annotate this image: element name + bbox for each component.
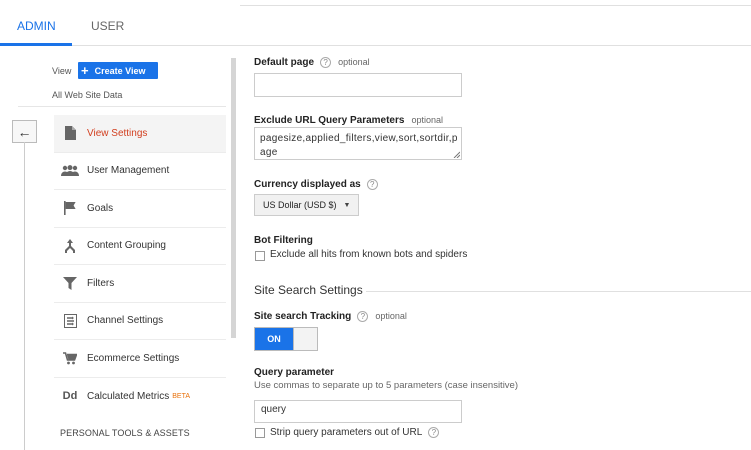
calculated-metrics-icon: Dd	[62, 390, 78, 403]
cart-icon	[60, 351, 80, 365]
flag-icon	[60, 201, 80, 216]
optional-label: optional	[375, 311, 407, 321]
nav-item-calculated-metrics[interactable]: Dd Calculated Metrics BETA	[54, 378, 226, 416]
nav-item-label: User Management	[87, 165, 170, 177]
section-divider	[366, 291, 751, 292]
toggle-knob	[293, 328, 317, 350]
people-icon	[60, 164, 80, 177]
top-divider	[240, 5, 751, 6]
currency-dropdown[interactable]: US Dollar (USD $) ▼	[254, 194, 360, 216]
exclude-params-label: Exclude URL Query Parameters	[254, 115, 405, 126]
bot-filtering-checkbox-label: Exclude all hits from known bots and spi…	[270, 249, 468, 260]
nav-item-label: Filters	[87, 277, 115, 289]
nav-item-label: Content Grouping	[87, 240, 166, 252]
back-button[interactable]: ←	[12, 120, 37, 143]
strip-query-checkbox-label: Strip query parameters out of URL	[270, 427, 423, 438]
exclude-params-label-row: Exclude URL Query Parameters optional	[254, 114, 443, 126]
site-search-tracking-label-row: Site search Tracking ? optional	[254, 310, 407, 322]
nav-item-label: Calculated Metrics	[87, 390, 170, 402]
bot-filtering-label: Bot Filtering	[254, 235, 313, 246]
admin-sidebar: View + Create View All Web Site Data ← V…	[0, 46, 240, 450]
textarea-line: pagesize,applied_filters,view,sort,sortd…	[260, 133, 458, 144]
arrow-left-icon: ←	[17, 123, 32, 140]
currency-label-row: Currency displayed as ?	[254, 178, 378, 190]
site-search-tracking-label: Site search Tracking	[254, 311, 352, 322]
document-icon	[60, 126, 80, 141]
help-icon[interactable]: ?	[320, 56, 332, 68]
query-parameter-input[interactable]: query	[254, 400, 462, 423]
currency-label: Currency displayed as	[254, 179, 361, 190]
create-view-label: Create View	[94, 65, 146, 76]
nav-item-label: View Settings	[87, 127, 148, 139]
exclude-params-textarea[interactable]: pagesize,applied_filters,view,sort,sortd…	[254, 127, 462, 160]
nav-guide-line	[24, 142, 25, 450]
resize-handle-icon[interactable]	[453, 151, 460, 158]
plus-icon: +	[81, 63, 89, 78]
strip-query-label-row: Strip query parameters out of URL ?	[270, 426, 440, 438]
create-view-button[interactable]: + Create View	[78, 62, 158, 79]
site-search-tracking-toggle[interactable]: ON	[254, 327, 318, 351]
content-grouping-icon	[60, 238, 80, 253]
help-icon[interactable]: ?	[366, 178, 378, 190]
filter-icon	[60, 276, 80, 290]
textarea-line: age	[260, 147, 278, 158]
nav-item-view-settings[interactable]: View Settings	[54, 115, 226, 153]
strip-query-checkbox[interactable]	[255, 428, 265, 438]
channel-settings-icon	[60, 313, 80, 328]
default-page-label-row: Default page ? optional	[254, 56, 370, 68]
sidebar-scrollbar[interactable]	[231, 58, 236, 338]
query-parameter-label: Query parameter	[254, 367, 335, 378]
caret-down-icon: ▼	[343, 201, 351, 209]
nav-item-goals[interactable]: Goals	[54, 190, 226, 228]
help-icon[interactable]: ?	[357, 310, 369, 322]
optional-label: optional	[411, 115, 444, 125]
nav-item-label: Channel Settings	[87, 315, 164, 327]
top-tab-bar: ADMIN USER	[0, 0, 751, 46]
default-page-input[interactable]	[254, 73, 462, 97]
settings-nav: View Settings User Management Goals Cont…	[54, 115, 226, 415]
toggle-on-state: ON	[255, 328, 293, 350]
currency-value: US Dollar (USD $)	[263, 200, 337, 210]
query-parameter-hint: Use commas to separate up to 5 parameter…	[254, 380, 519, 391]
view-label: View	[52, 66, 72, 76]
nav-item-label: Goals	[87, 202, 114, 214]
beta-badge: BETA	[172, 392, 191, 400]
view-settings-form: Default page ? optional Exclude URL Quer…	[254, 46, 751, 450]
nav-item-channel-settings[interactable]: Channel Settings	[54, 303, 226, 340]
help-icon[interactable]: ?	[428, 426, 440, 438]
tab-user[interactable]: USER	[91, 19, 124, 33]
tab-admin[interactable]: ADMIN	[17, 19, 56, 33]
nav-item-filters[interactable]: Filters	[54, 265, 226, 303]
nav-item-user-management[interactable]: User Management	[54, 153, 226, 190]
bot-filtering-checkbox[interactable]	[255, 251, 265, 261]
view-selector[interactable]: All Web Site Data	[52, 90, 122, 100]
nav-item-ecommerce-settings[interactable]: Ecommerce Settings	[54, 340, 226, 378]
nav-item-content-grouping[interactable]: Content Grouping	[54, 228, 226, 265]
optional-label: optional	[338, 57, 370, 67]
nav-item-label: Ecommerce Settings	[87, 352, 180, 364]
default-page-label: Default page	[254, 57, 315, 68]
divider	[18, 106, 226, 107]
personal-tools-heading: PERSONAL TOOLS & ASSETS	[60, 428, 190, 438]
site-search-heading: Site Search Settings	[254, 283, 363, 297]
